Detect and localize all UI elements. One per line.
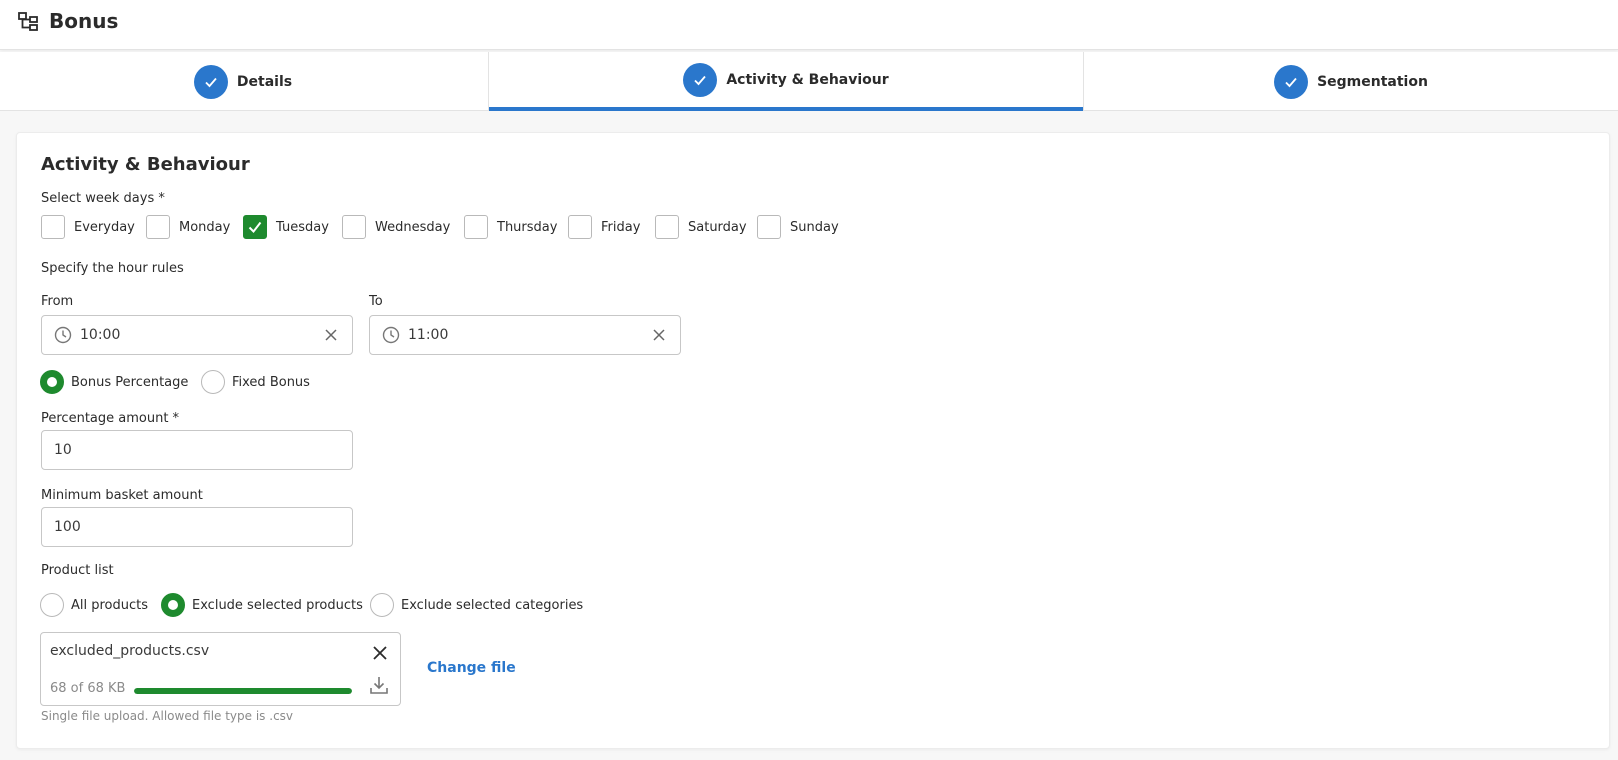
file-upload-card: excluded_products.csv 68 of 68 KB (40, 632, 401, 706)
radio-dot[interactable] (40, 370, 64, 394)
radio-exclude-products[interactable]: Exclude selected products (161, 593, 363, 617)
radio-label: Exclude selected products (192, 597, 363, 613)
step-label: Details (236, 73, 293, 90)
from-time-value: 10:00 (80, 327, 121, 343)
stepper: Details Activity & Behaviour Segmentatio… (0, 52, 1618, 111)
checkmark-icon (248, 221, 262, 234)
download-icon[interactable] (368, 674, 390, 696)
checkbox-box[interactable] (464, 215, 488, 239)
checkbox-saturday[interactable]: Saturday (655, 215, 747, 239)
radio-exclude-categories[interactable]: Exclude selected categories (370, 593, 583, 617)
hierarchy-icon (18, 12, 38, 31)
radio-dot[interactable] (370, 593, 394, 617)
checkbox-box[interactable] (655, 215, 679, 239)
checkbox-friday[interactable]: Friday (568, 215, 640, 239)
product-list-label: Product list (41, 563, 114, 578)
radio-dot[interactable] (161, 593, 185, 617)
check-circle-icon (193, 64, 228, 99)
checkbox-label: Wednesday (375, 219, 451, 235)
checkbox-thursday[interactable]: Thursday (464, 215, 557, 239)
from-label: From (41, 294, 74, 309)
percentage-amount-value: 10 (54, 442, 72, 458)
check-circle-icon (683, 62, 718, 97)
section-title: Activity & Behaviour (41, 154, 250, 175)
close-icon[interactable] (372, 645, 388, 661)
to-label: To (369, 294, 383, 309)
checkbox-label: Monday (179, 219, 231, 235)
radio-dot[interactable] (40, 593, 64, 617)
checkbox-box[interactable] (568, 215, 592, 239)
checkbox-box[interactable] (342, 215, 366, 239)
radio-label: All products (71, 597, 149, 613)
minimum-basket-input[interactable]: 100 (41, 507, 353, 547)
file-name: excluded_products.csv (50, 643, 210, 659)
checkbox-monday[interactable]: Monday (146, 215, 230, 239)
step-label: Segmentation (1317, 73, 1428, 90)
top-bar: Bonus (0, 0, 1618, 50)
checkbox-everyday[interactable]: Everyday (41, 215, 135, 239)
checkbox-box[interactable] (146, 215, 170, 239)
hour-rules-label: Specify the hour rules (41, 261, 184, 276)
checkbox-sunday[interactable]: Sunday (757, 215, 839, 239)
checkbox-tuesday[interactable]: Tuesday (243, 215, 329, 239)
radio-fixed-bonus[interactable]: Fixed Bonus (201, 370, 310, 394)
minimum-basket-value: 100 (54, 519, 81, 535)
check-circle-icon (1274, 64, 1309, 99)
page-title: Bonus (49, 9, 119, 33)
radio-label: Fixed Bonus (232, 374, 310, 390)
checkbox-box[interactable] (757, 215, 781, 239)
radio-dot[interactable] (201, 370, 225, 394)
clock-icon (382, 326, 400, 344)
upload-hint: Single file upload. Allowed file type is… (41, 709, 294, 723)
percentage-amount-input[interactable]: 10 (41, 430, 353, 470)
checkbox-label: Sunday (790, 219, 839, 235)
checkbox-label: Everyday (74, 219, 135, 235)
clear-icon[interactable] (652, 328, 666, 342)
percentage-amount-label: Percentage amount * (41, 411, 180, 426)
radio-label: Exclude selected categories (401, 597, 584, 613)
upload-progress-bar (134, 688, 352, 694)
radio-label: Bonus Percentage (71, 374, 189, 390)
from-time-input[interactable]: 10:00 (41, 315, 353, 355)
checkbox-label: Thursday (497, 219, 558, 235)
checkbox-wednesday[interactable]: Wednesday (342, 215, 450, 239)
clear-icon[interactable] (324, 328, 338, 342)
to-time-value: 11:00 (408, 327, 449, 343)
checkbox-label: Saturday (688, 219, 747, 235)
upload-progress-fill (134, 688, 352, 694)
change-file-link[interactable]: Change file (427, 660, 516, 676)
checkbox-box[interactable] (41, 215, 65, 239)
checkbox-label: Tuesday (276, 219, 329, 235)
file-size: 68 of 68 KB (50, 681, 126, 696)
radio-all-products[interactable]: All products (40, 593, 148, 617)
step-activity-behaviour[interactable]: Activity & Behaviour (489, 52, 1083, 111)
checkbox-label: Friday (601, 219, 641, 235)
clock-icon (54, 326, 72, 344)
step-segmentation[interactable]: Segmentation (1084, 52, 1618, 111)
step-label: Activity & Behaviour (726, 71, 889, 88)
radio-bonus-percentage[interactable]: Bonus Percentage (40, 370, 188, 394)
checkbox-box[interactable] (243, 215, 267, 239)
to-time-input[interactable]: 11:00 (369, 315, 681, 355)
week-days-label: Select week days * (41, 191, 165, 206)
minimum-basket-label: Minimum basket amount (41, 488, 203, 503)
step-details[interactable]: Details (0, 52, 486, 111)
